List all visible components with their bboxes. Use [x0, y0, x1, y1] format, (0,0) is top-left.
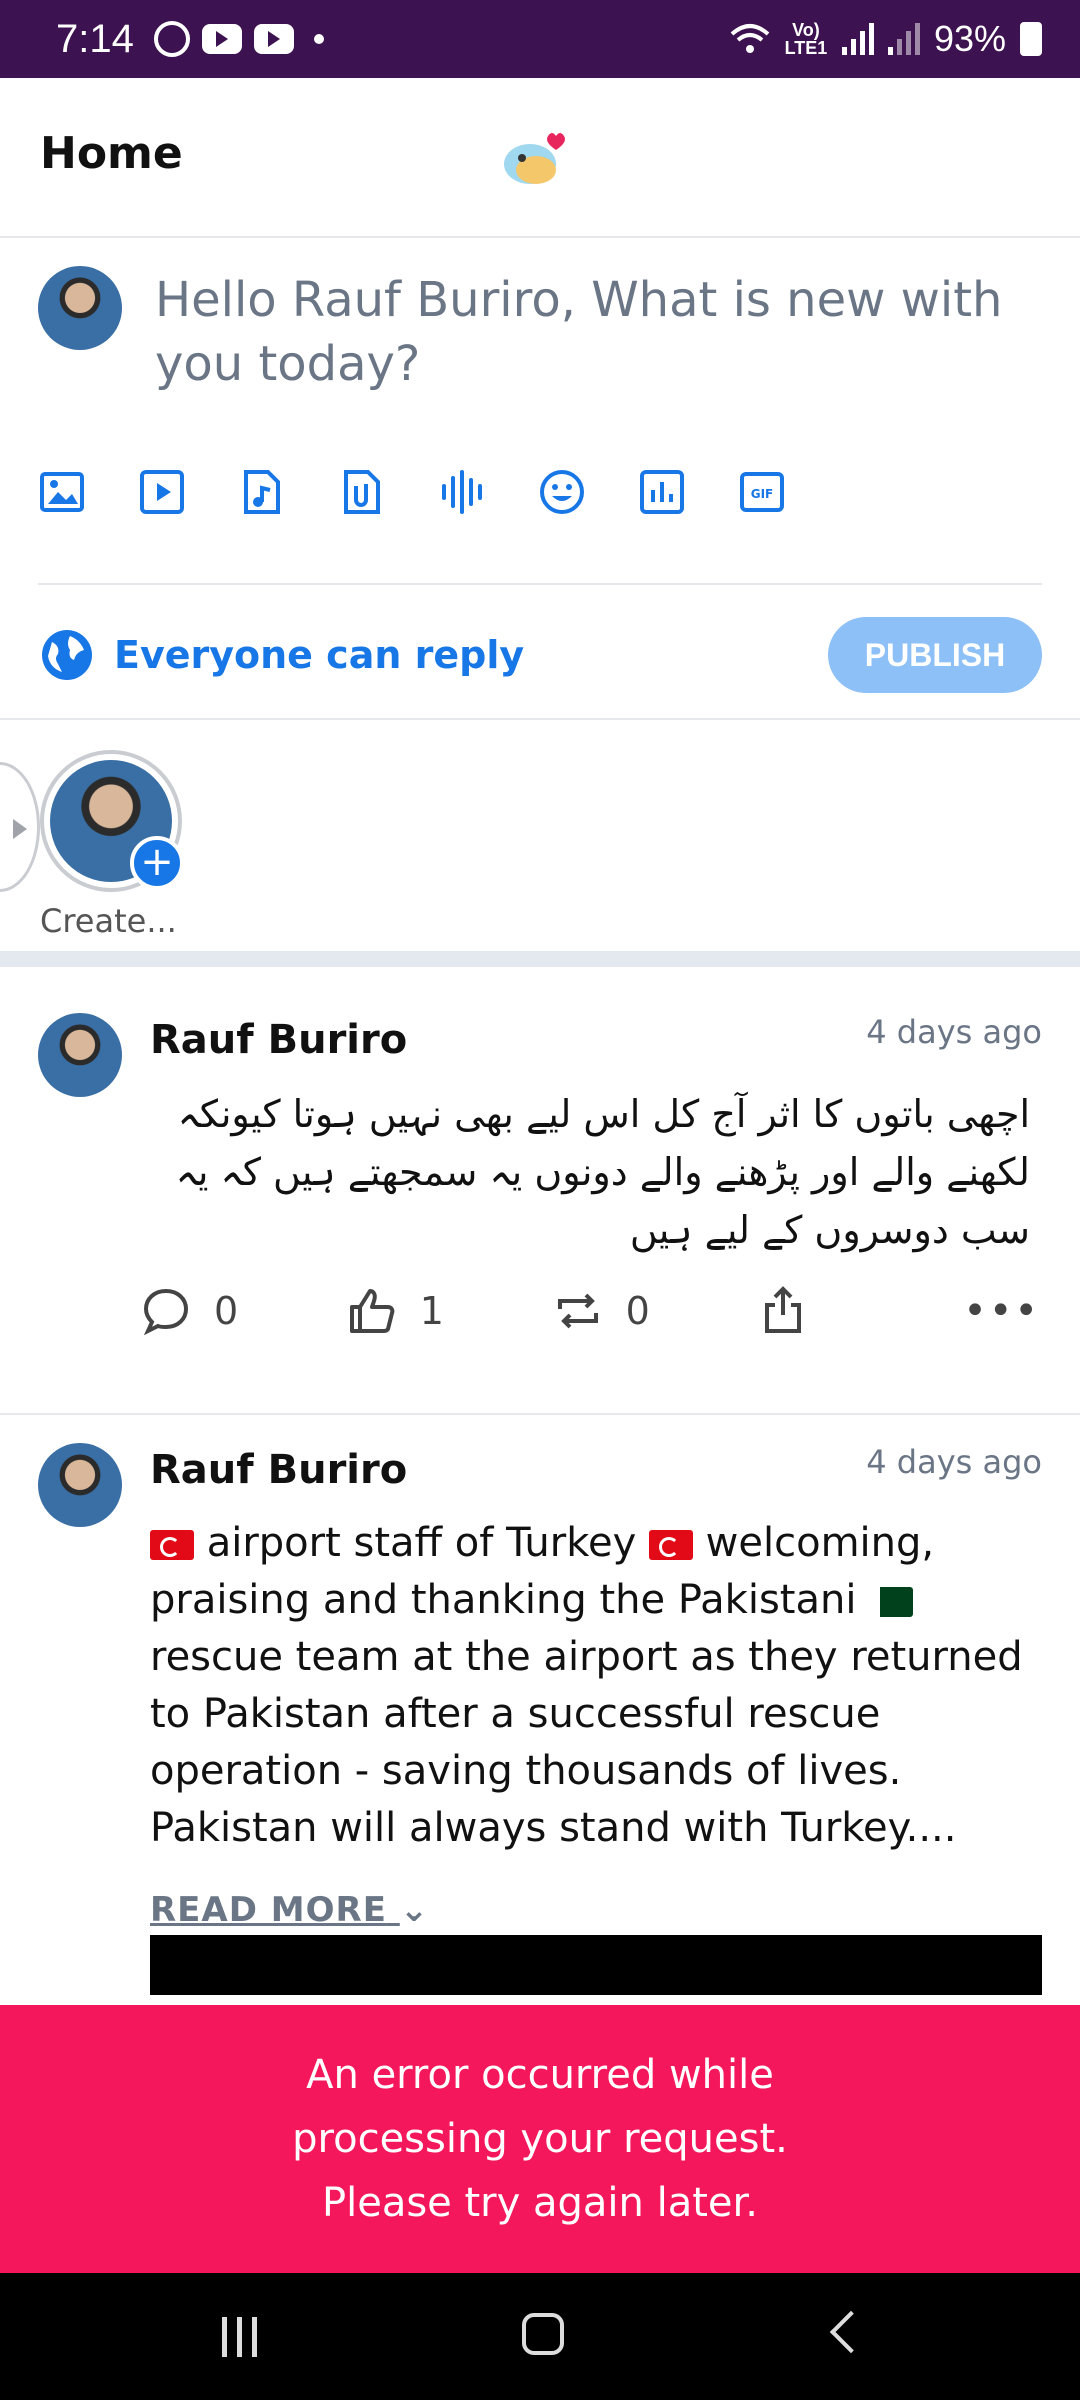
globe-icon [42, 630, 92, 680]
battery-percent: 93% [933, 18, 1006, 59]
pakistan-flag-icon [869, 1587, 914, 1617]
like-count: 1 [419, 1289, 444, 1333]
post-text-2: airport staff of Turkey welcoming, prais… [150, 1520, 1023, 1851]
app-logo-icon[interactable] [500, 128, 570, 188]
recents-button[interactable] [222, 2317, 257, 2357]
user-avatar[interactable] [38, 266, 122, 350]
composer-toolbar: GIF [38, 446, 786, 538]
reply-setting[interactable]: Everyone can reply [40, 628, 524, 682]
status-bar: 7:14 Vo) LTE1 93% [0, 0, 1080, 78]
image-icon[interactable] [38, 468, 86, 516]
chevron-down-icon: ⌄ [399, 1890, 430, 1930]
post-author-name-2[interactable]: Rauf Buriro [150, 1447, 407, 1493]
voice-icon[interactable] [438, 468, 486, 516]
stories-scroll-left-icon[interactable] [0, 762, 40, 892]
notification-dot-icon [313, 34, 324, 44]
youtube-icon-2 [253, 24, 294, 54]
battery-icon [1020, 22, 1042, 56]
page-title: Home [40, 128, 183, 179]
share-button[interactable] [757, 1285, 963, 1337]
video-icon[interactable] [116, 446, 208, 538]
signal-icon [841, 23, 874, 55]
wifi-icon [730, 24, 770, 53]
youtube-icon [201, 24, 242, 54]
attachment-icon[interactable] [338, 468, 386, 516]
comment-button[interactable]: 0 [140, 1285, 346, 1337]
like-button[interactable]: 1 [346, 1285, 552, 1337]
comment-count: 0 [214, 1289, 239, 1333]
repost-button[interactable]: 0 [552, 1285, 758, 1337]
gif-icon[interactable]: GIF [738, 468, 786, 516]
repost-count: 0 [625, 1289, 650, 1333]
post-actions: 0 1 0 ••• [140, 1285, 1040, 1337]
compose-input[interactable]: Hello Rauf Buriro, What is new with you … [155, 268, 1015, 396]
stories-row: + Create... [0, 722, 1080, 967]
error-toast: An error occurred while processing your … [0, 2005, 1080, 2273]
signal-icon-2 [887, 23, 920, 55]
back-button[interactable] [829, 2310, 873, 2354]
turkey-flag-icon-2 [648, 1530, 693, 1560]
post-composer: Hello Rauf Buriro, What is new with you … [0, 240, 1080, 720]
post-author-name[interactable]: Rauf Buriro [150, 1017, 407, 1063]
read-more-link[interactable]: READ MORE ⌄ [150, 1890, 429, 1930]
status-time: 7:14 [56, 16, 134, 61]
more-options-icon[interactable]: ••• [963, 1288, 1040, 1334]
add-story-icon[interactable]: + [130, 836, 184, 890]
post-author-avatar[interactable] [38, 1013, 122, 1097]
create-story-label: Create... [40, 902, 177, 940]
share-icon [765, 1286, 802, 1333]
post-timestamp-2: 4 days ago [866, 1443, 1042, 1481]
composer-divider [38, 583, 1042, 585]
svg-text:GIF: GIF [751, 487, 774, 501]
network-label: Vo) LTE1 [784, 20, 828, 58]
thumbs-up-icon [349, 1289, 395, 1333]
publish-button[interactable]: PUBLISH [828, 617, 1042, 693]
reply-setting-label: Everyone can reply [114, 633, 525, 677]
post-text: اچھی باتوں کا اثر آج کل اس لیے بھی نہیں … [175, 1092, 1030, 1252]
whatsapp-icon [153, 21, 190, 57]
comment-icon [143, 1288, 189, 1336]
post-media[interactable] [150, 1935, 1042, 1995]
audio-file-icon[interactable] [238, 468, 286, 516]
turkey-flag-icon [150, 1530, 194, 1560]
system-nav-bar [0, 2273, 1080, 2400]
app-header: Home [0, 78, 1080, 238]
error-message: An error occurred while processing your … [292, 2052, 788, 2226]
repost-icon [557, 1293, 598, 1329]
home-button[interactable] [522, 2313, 564, 2355]
post-card-2: Rauf Buriro 4 days ago airport staff of … [0, 1415, 1080, 2015]
post-timestamp: 4 days ago [866, 1013, 1042, 1051]
post-author-avatar-2[interactable] [38, 1443, 122, 1527]
poll-icon[interactable] [638, 468, 686, 516]
emoji-icon[interactable] [538, 468, 586, 516]
post-card: Rauf Buriro 4 days ago اچھی باتوں کا اثر… [0, 985, 1080, 1415]
